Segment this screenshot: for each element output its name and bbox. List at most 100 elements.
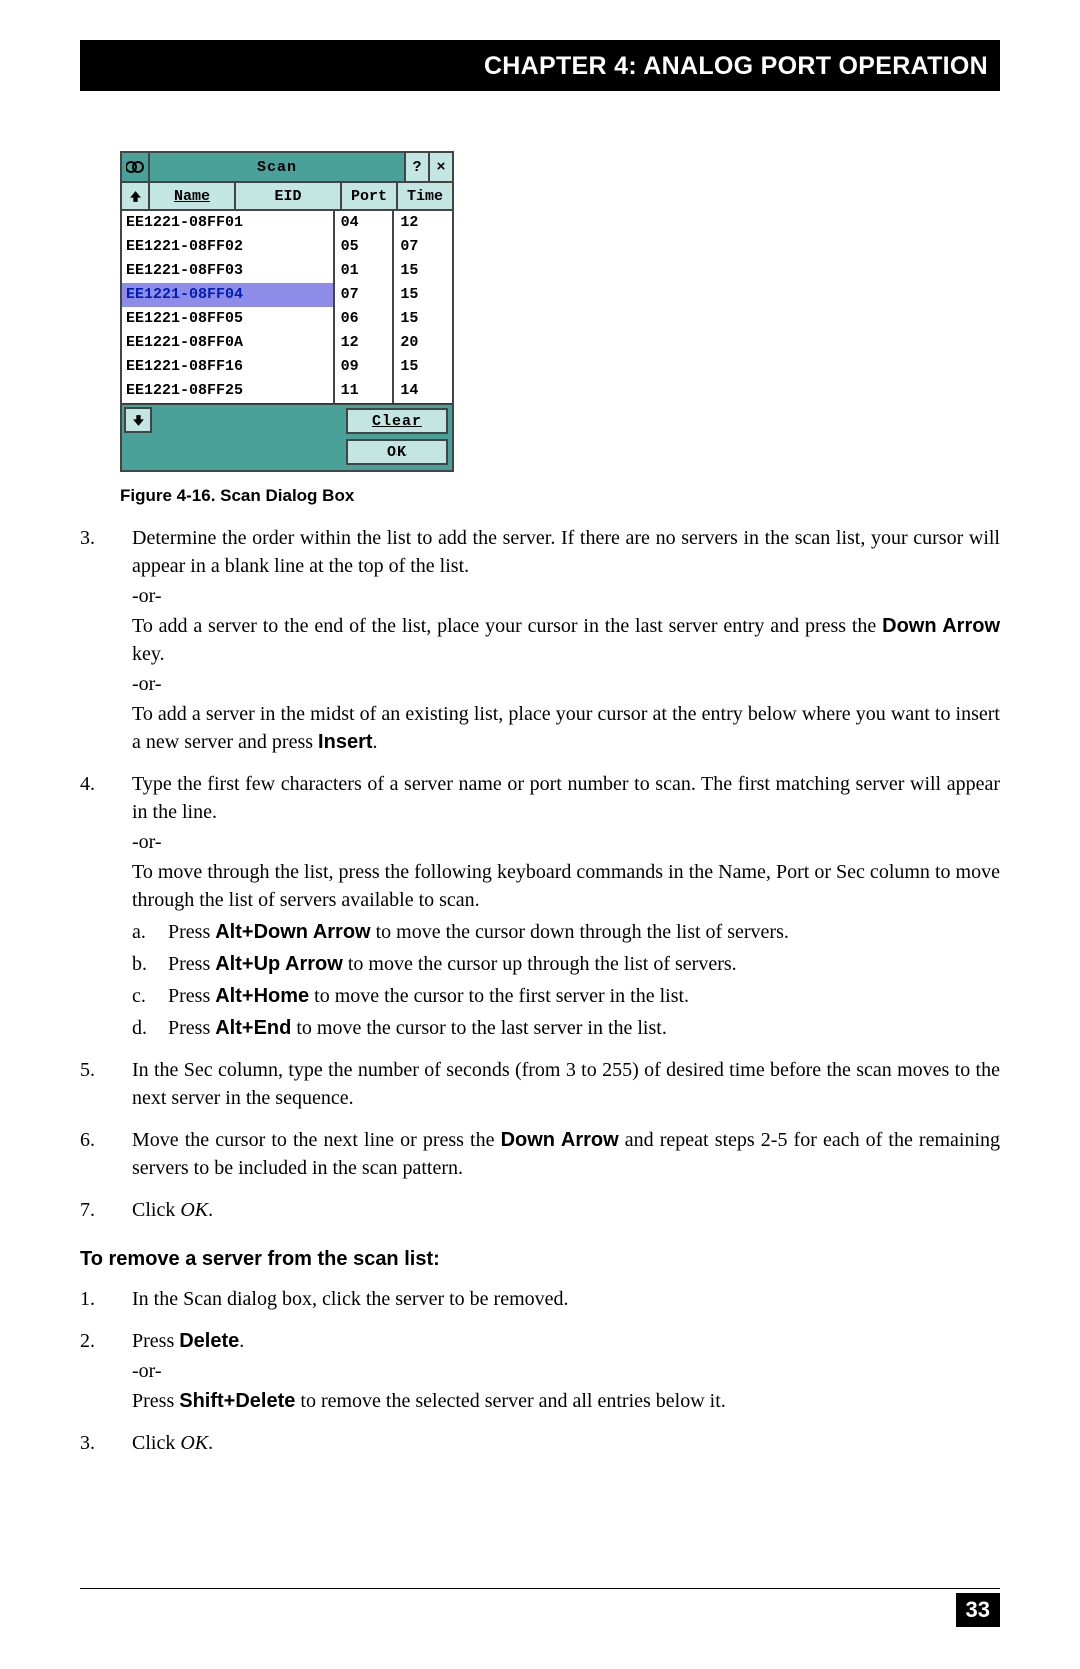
cell-port: 05: [335, 235, 395, 260]
substep-b: b.Press Alt+Up Arrow to move the cursor …: [132, 950, 1000, 978]
dialog-titlebar: Scan ? ×: [122, 153, 452, 183]
cell-time: 15: [394, 259, 452, 284]
text: Press: [168, 985, 215, 1007]
text: In the Sec column, type the number of se…: [132, 1056, 1000, 1112]
text: -or-: [132, 828, 1000, 856]
text: Click: [132, 1199, 180, 1221]
col-header-port[interactable]: Port: [342, 183, 398, 209]
step-6: 6. Move the cursor to the next line or p…: [80, 1126, 1000, 1182]
figure-caption: Figure 4-16. Scan Dialog Box: [120, 486, 1000, 506]
cell-time: 20: [394, 331, 452, 356]
cell-name: EE1221-08FF25: [122, 379, 335, 404]
close-button[interactable]: ×: [428, 153, 452, 181]
ok-button[interactable]: OK: [346, 439, 448, 465]
step-7: 7. Click OK.: [80, 1196, 1000, 1224]
text: Press: [132, 1330, 179, 1352]
substep-number: b.: [132, 950, 168, 978]
step-number: 2.: [80, 1327, 132, 1415]
cell-time: 07: [394, 235, 452, 260]
section-heading: To remove a server from the scan list:: [80, 1248, 1000, 1271]
text: to move the cursor to the first server i…: [309, 985, 689, 1007]
page-number: 33: [956, 1593, 1000, 1627]
substep-number: c.: [132, 982, 168, 1010]
text: Type the first few characters of a serve…: [132, 773, 1000, 823]
text: -or-: [132, 670, 1000, 698]
step-number: 5.: [80, 1056, 132, 1112]
cell-name: EE1221-08FF03: [122, 259, 335, 284]
text: to remove the selected server and all en…: [295, 1390, 725, 1412]
scan-dialog: Scan ? × Name EID Port Time EE1221-08FF0…: [120, 151, 454, 472]
cell-port: 11: [335, 379, 395, 404]
body-content: 3. Determine the order within the list t…: [80, 524, 1000, 1457]
step-number: 3.: [80, 1429, 132, 1457]
ui-element-name: OK: [180, 1199, 208, 1221]
cell-port: 01: [335, 259, 395, 284]
help-button[interactable]: ?: [404, 153, 428, 181]
cell-name: EE1221-08FF04: [122, 283, 335, 308]
text: Press: [168, 1017, 215, 1039]
cell-name: EE1221-08FF0A: [122, 331, 335, 356]
step-number: 4.: [80, 770, 132, 1042]
key-name: Down Arrow: [882, 615, 1000, 637]
clear-button[interactable]: Clear: [346, 408, 448, 434]
key-name: Alt+Home: [215, 985, 309, 1007]
remove-step-2: 2. Press Delete. -or- Press Shift+Delete…: [80, 1327, 1000, 1415]
table-row[interactable]: EE1221-08FF251114: [122, 379, 452, 403]
text: .: [239, 1330, 244, 1352]
step-number: 7.: [80, 1196, 132, 1224]
cell-time: 15: [394, 307, 452, 332]
scan-dialog-figure: Scan ? × Name EID Port Time EE1221-08FF0…: [120, 151, 1000, 506]
key-name: Shift+Delete: [179, 1390, 295, 1412]
dialog-footer-row: Clear: [122, 403, 452, 433]
text: .: [373, 731, 378, 753]
key-name: Down Arrow: [501, 1129, 619, 1151]
table-row[interactable]: EE1221-08FF020507: [122, 235, 452, 259]
text: To add a server in the midst of an exist…: [132, 703, 1000, 753]
text: Move the cursor to the next line or pres…: [132, 1129, 501, 1151]
step-number: 6.: [80, 1126, 132, 1182]
text: to move the cursor up through the list o…: [343, 953, 737, 975]
cell-name: EE1221-08FF16: [122, 355, 335, 380]
table-row[interactable]: EE1221-08FF050615: [122, 307, 452, 331]
table-row[interactable]: EE1221-08FF040715: [122, 283, 452, 307]
footer-rule: [80, 1588, 1000, 1589]
text: Determine the order within the list to a…: [132, 527, 1000, 577]
text: To move through the list, press the foll…: [132, 858, 1000, 914]
cell-name: EE1221-08FF01: [122, 211, 335, 236]
text: Press: [168, 953, 215, 975]
substep-c: c.Press Alt+Home to move the cursor to t…: [132, 982, 1000, 1010]
substep-number: d.: [132, 1014, 168, 1042]
text: Click: [132, 1432, 180, 1454]
key-name: Alt+End: [215, 1017, 291, 1039]
cell-port: 12: [335, 331, 395, 356]
table-row[interactable]: EE1221-08FF030115: [122, 259, 452, 283]
cell-time: 12: [394, 211, 452, 236]
col-header-time[interactable]: Time: [398, 183, 452, 209]
cell-port: 06: [335, 307, 395, 332]
chapter-header: CHAPTER 4: ANALOG PORT OPERATION: [80, 40, 1000, 91]
table-header-row: Name EID Port Time: [122, 183, 452, 211]
col-header-name[interactable]: Name: [150, 183, 236, 209]
dialog-sysmenu-icon[interactable]: [122, 153, 150, 181]
text: .: [208, 1432, 213, 1454]
text: Press: [168, 921, 215, 943]
cell-port: 07: [335, 283, 395, 308]
table-row[interactable]: EE1221-08FF0A1220: [122, 331, 452, 355]
key-name: Insert: [318, 731, 372, 753]
table-body: EE1221-08FF010412EE1221-08FF020507EE1221…: [122, 211, 452, 403]
step-number: 1.: [80, 1285, 132, 1313]
cell-time: 15: [394, 283, 452, 308]
step-5: 5. In the Sec column, type the number of…: [80, 1056, 1000, 1112]
table-row[interactable]: EE1221-08FF010412: [122, 211, 452, 235]
col-header-eid[interactable]: EID: [236, 183, 342, 209]
sort-down-button[interactable]: [124, 407, 152, 433]
text: Press: [132, 1390, 179, 1412]
key-name: Alt+Up Arrow: [215, 953, 343, 975]
text: -or-: [132, 582, 1000, 610]
sort-up-button[interactable]: [122, 183, 150, 209]
text: to move the cursor to the last server in…: [291, 1017, 666, 1039]
remove-step-3: 3. Click OK.: [80, 1429, 1000, 1457]
text: In the Scan dialog box, click the server…: [132, 1285, 1000, 1313]
table-row[interactable]: EE1221-08FF160915: [122, 355, 452, 379]
text: .: [208, 1199, 213, 1221]
